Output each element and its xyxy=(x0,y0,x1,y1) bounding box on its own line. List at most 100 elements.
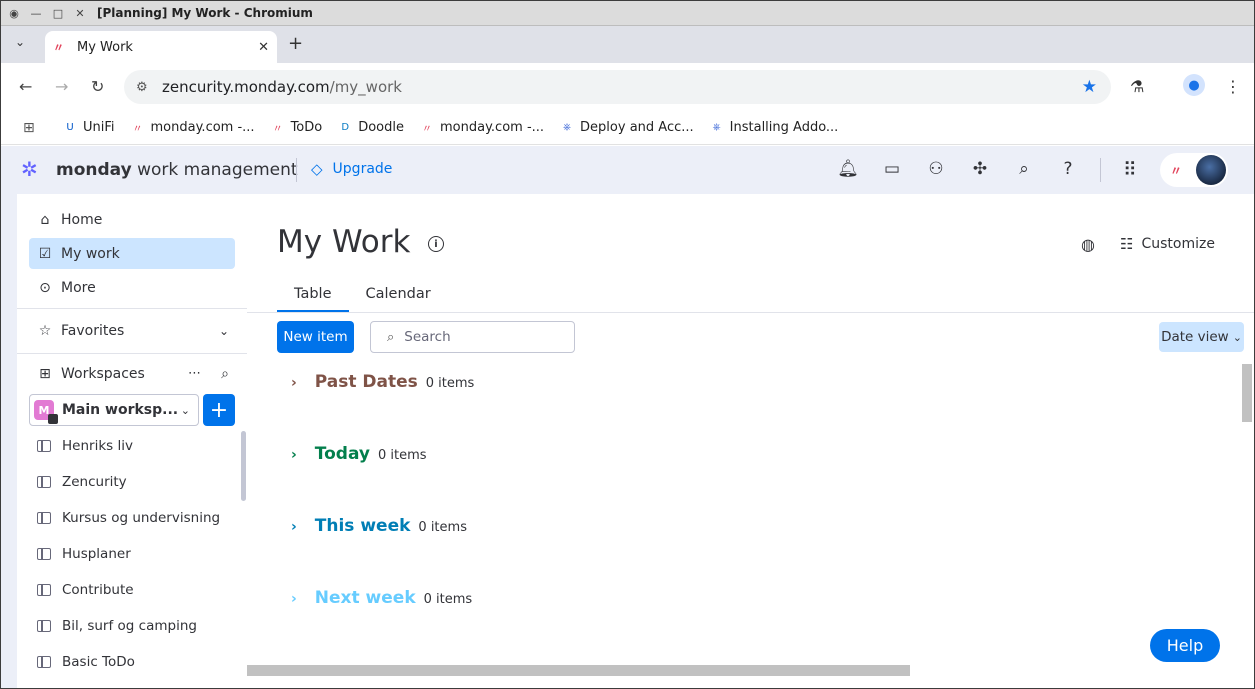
sidebar-item-more[interactable]: ⊙ More xyxy=(29,272,235,303)
reload-icon[interactable]: ↻ xyxy=(91,77,104,96)
invite-members-icon[interactable]: ⚇ xyxy=(925,159,947,179)
sidebar-workspaces: ⊞ Workspaces ⋯ ⌕ xyxy=(29,358,235,389)
bookmark-item[interactable]: 〃 ToDo xyxy=(271,120,323,135)
browser-tab-active[interactable]: 〃 My Work ✕ xyxy=(45,31,277,63)
back-arrow-icon[interactable]: ← xyxy=(19,77,32,96)
chevron-right-icon[interactable]: › xyxy=(291,591,297,607)
apps-puzzle-icon[interactable]: ✣ xyxy=(969,159,991,179)
search-icon[interactable]: ⌕ xyxy=(1013,159,1035,179)
notifications-bell-icon[interactable]: 🔔︎ xyxy=(837,159,859,179)
board-label: Kursus og undervisning xyxy=(62,510,221,526)
group-header[interactable]: › Past Dates 0 items xyxy=(291,372,474,392)
window-menu-icon[interactable]: ◉ xyxy=(5,4,23,22)
product-switcher-grid-icon[interactable]: ⠿ xyxy=(1119,159,1141,181)
horizontal-scrollbar[interactable] xyxy=(247,665,910,676)
calendar-check-icon: ☑ xyxy=(38,245,52,262)
workspaces-label: Workspaces xyxy=(61,365,145,382)
chevron-down-icon: ⌄ xyxy=(180,403,190,417)
chrome-menu-icon[interactable]: ⋮ xyxy=(1225,77,1241,96)
sidebar-board-item[interactable]: Henriks liv xyxy=(29,432,133,460)
add-to-workspace-button[interactable]: + xyxy=(203,394,235,426)
board-label: Zencurity xyxy=(62,474,127,490)
chevron-down-icon[interactable]: ⌄ xyxy=(219,324,229,338)
customize-button[interactable]: ☷ Customize xyxy=(1120,235,1215,253)
favorites-label: Favorites xyxy=(61,322,125,339)
search-field[interactable]: ⌕ xyxy=(370,321,575,353)
sidebar-board-item[interactable]: Bil, surf og camping xyxy=(29,612,197,640)
customize-label: Customize xyxy=(1141,236,1215,252)
profile-avatar-icon[interactable]: ● xyxy=(1183,74,1205,96)
sidebar-scrollbar[interactable] xyxy=(241,431,246,501)
inbox-icon[interactable]: ▭ xyxy=(881,159,903,179)
chevron-right-icon[interactable]: › xyxy=(291,375,297,391)
window-maximize-button[interactable]: □ xyxy=(49,4,67,22)
tab-close-icon[interactable]: ✕ xyxy=(258,40,269,55)
monday-favicon-icon: 〃 xyxy=(53,41,64,54)
monday-logo-icon[interactable]: ✲ xyxy=(21,157,38,181)
sidebar-board-item[interactable]: Zencurity xyxy=(29,468,127,496)
url-path: /my_work xyxy=(329,78,402,96)
help-button[interactable]: Help xyxy=(1150,629,1220,662)
sidebar-favorites[interactable]: ☆ Favorites ⌄ xyxy=(29,315,235,346)
sidebar-item-label: Home xyxy=(61,211,103,228)
site-info-icon[interactable]: ⚙ xyxy=(136,80,158,95)
bookmark-item[interactable]: 〃 monday.com -... xyxy=(131,120,255,135)
help-question-icon[interactable]: ? xyxy=(1057,159,1079,179)
bookmark-star-icon[interactable]: ★ xyxy=(1082,77,1097,97)
bookmark-item[interactable]: ⎈ Deploy and Acc... xyxy=(560,120,694,135)
forward-arrow-icon[interactable]: → xyxy=(55,77,68,96)
home-icon: ⌂ xyxy=(40,211,50,228)
bookmark-item[interactable]: U UniFi xyxy=(63,120,114,135)
group-header[interactable]: › Next week 0 items xyxy=(291,588,472,608)
sidebar-board-item[interactable]: Contribute xyxy=(29,576,134,604)
tab-search-chevron-icon[interactable]: ⌄ xyxy=(15,35,25,49)
tab-table[interactable]: Table xyxy=(277,286,349,312)
user-avatar[interactable] xyxy=(1196,155,1226,185)
info-icon[interactable]: i xyxy=(428,236,444,252)
bookmark-item[interactable]: 〃 monday.com -... xyxy=(420,120,544,135)
group-count: 0 items xyxy=(418,520,467,535)
new-tab-button[interactable]: + xyxy=(288,33,303,54)
date-view-dropdown[interactable]: Date view ⌄ xyxy=(1159,322,1244,352)
monday-mini-logo-icon: 〃 xyxy=(1170,164,1183,178)
sidebar-item-my-work[interactable]: ☑ My work xyxy=(29,238,235,269)
sidebar-board-item[interactable]: Husplaner xyxy=(29,540,131,568)
address-bar[interactable]: ⚙ zencurity.monday.com/my_work ★ xyxy=(124,70,1111,104)
workspace-selector[interactable]: M Main worksp... ⌄ xyxy=(29,394,199,426)
labs-flask-icon[interactable]: ⚗ xyxy=(1130,77,1144,96)
new-item-button[interactable]: New item xyxy=(277,321,354,353)
sidebar-board-item[interactable]: Basic ToDo xyxy=(29,648,135,676)
board-icon xyxy=(37,584,51,596)
window-minimize-button[interactable]: — xyxy=(27,4,45,22)
sidebar-board-item[interactable]: Kursus og undervisning xyxy=(29,504,220,532)
window-title: [Planning] My Work - Chromium xyxy=(97,6,313,20)
tab-calendar[interactable]: Calendar xyxy=(349,286,448,312)
sidebar-divider xyxy=(17,308,247,309)
sidebar-item-home[interactable]: ⌂ Home xyxy=(29,204,235,235)
upgrade-button[interactable]: ◇ Upgrade xyxy=(311,160,392,178)
apps-grid-icon[interactable]: ⊞ xyxy=(23,120,63,136)
group-name: This week xyxy=(314,516,411,536)
feedback-icon[interactable]: ◍ xyxy=(1081,235,1095,254)
chevron-right-icon[interactable]: › xyxy=(291,447,297,463)
workspace-options-icon[interactable]: ⋯ xyxy=(188,366,201,381)
search-input[interactable] xyxy=(404,329,555,345)
monday-icon: 〃 xyxy=(422,124,432,135)
account-menu[interactable]: 〃 xyxy=(1160,153,1228,187)
bookmark-label: Installing Addo... xyxy=(729,120,839,135)
view-tabs: Table Calendar xyxy=(277,286,448,312)
workspace-search-icon[interactable]: ⌕ xyxy=(221,366,229,382)
search-icon: ⌕ xyxy=(387,329,395,345)
board-icon xyxy=(37,548,51,560)
main-content: My Work i ◍ ☷ Customize Table Calendar Ne… xyxy=(247,194,1254,688)
group-header[interactable]: › This week 0 items xyxy=(291,516,467,536)
workspace-name: Main worksp... xyxy=(62,402,179,418)
window-close-button[interactable]: ✕ xyxy=(71,4,89,22)
chevron-down-icon: ⌄ xyxy=(1232,330,1242,344)
bookmark-item[interactable]: ⎈ Installing Addo... xyxy=(710,120,839,135)
bookmark-item[interactable]: D Doodle xyxy=(338,120,404,135)
chevron-right-icon[interactable]: › xyxy=(291,519,297,535)
vertical-scrollbar[interactable] xyxy=(1242,364,1252,422)
board-icon xyxy=(37,656,51,668)
group-header[interactable]: › Today 0 items xyxy=(291,444,427,464)
